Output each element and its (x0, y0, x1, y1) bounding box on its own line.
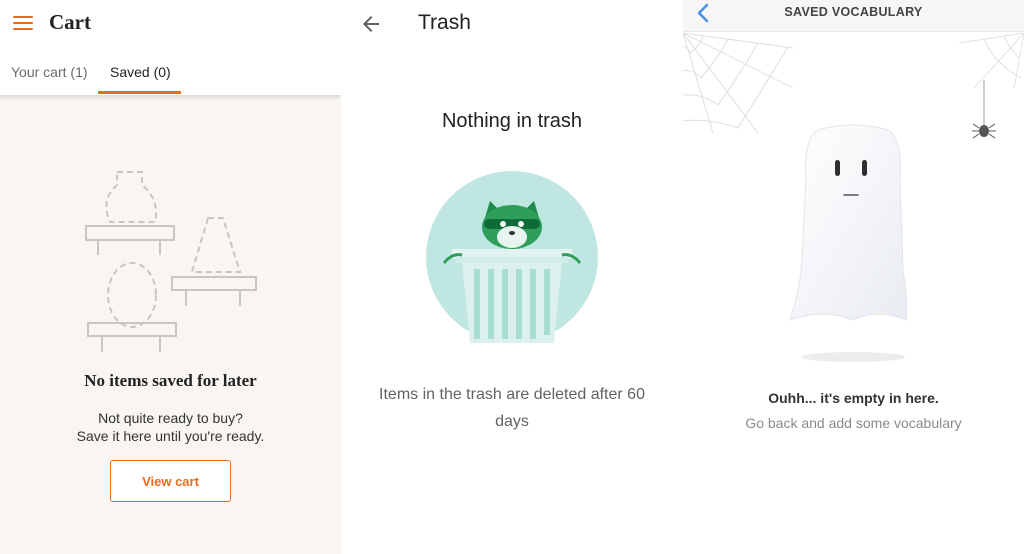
back-arrow-icon[interactable] (359, 12, 383, 36)
empty-state-title: Ouhh... it's empty in here. (768, 390, 939, 406)
tab-saved[interactable]: Saved (0) (110, 64, 171, 80)
saved-vocabulary-screen: SAVED VOCABULARY Ouhh... it's empty in h… (683, 0, 1024, 554)
furniture-outline-illustration (85, 171, 257, 352)
cobweb-decoration (683, 33, 793, 133)
spider-icon (972, 80, 996, 139)
page-title: Cart (49, 10, 91, 34)
empty-state-subtitle-line2: Save it here until you're ready. (76, 428, 265, 444)
page-title: SAVED VOCABULARY (784, 5, 923, 19)
view-cart-button[interactable]: View cart (110, 460, 231, 502)
app-bar: Cart Your cart (1) Saved (0) (0, 0, 341, 96)
menu-icon[interactable] (13, 16, 33, 30)
cart-screen: Cart Your cart (1) Saved (0) No items sa… (0, 0, 341, 554)
active-tab-indicator (98, 91, 181, 94)
ghost-illustration (789, 124, 908, 362)
tab-your-cart[interactable]: Your cart (1) (11, 64, 88, 80)
empty-state-title: Nothing in trash (441, 110, 583, 132)
trash-screen: Trash Nothing in trash Items in the tras… (341, 0, 683, 554)
empty-state-note: Items in the trash are deleted after 60 … (379, 386, 645, 430)
empty-state-title: No items saved for later (84, 371, 257, 390)
empty-state-subtitle-line1: Not quite ready to buy? (98, 410, 243, 426)
page-title: Trash (418, 11, 471, 34)
app-bar: SAVED VOCABULARY (683, 0, 1024, 32)
raccoon-trash-illustration (426, 171, 598, 343)
empty-state-subtitle: Go back and add some vocabulary (745, 415, 962, 431)
